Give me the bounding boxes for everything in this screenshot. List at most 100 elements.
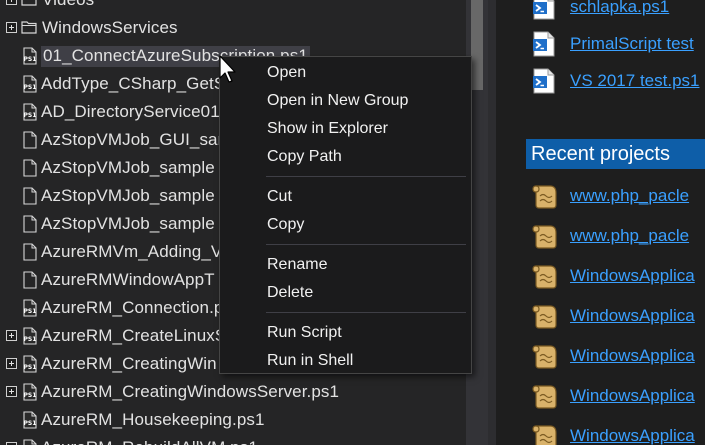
recent-file-link[interactable]: VS 2017 test.ps1 — [570, 71, 699, 91]
file-icon — [22, 243, 38, 261]
tree-item-label: AzureRM_Housekeeping.ps1 — [41, 410, 265, 429]
ps1-file-icon: PS1 — [22, 103, 38, 121]
menu-item-label: Cut — [267, 187, 292, 205]
menu-item-delete[interactable]: Delete — [221, 279, 471, 306]
project-scroll-icon — [530, 222, 558, 250]
tree-item-label: AzureRM_CreatingWindowsServer.ps1 — [41, 382, 340, 401]
tree-item[interactable]: PS1 AzureRM_Housekeeping.ps1 — [0, 406, 466, 434]
ps1-file-icon: PS1 — [22, 327, 38, 345]
menu-item-rename[interactable]: Rename — [221, 251, 471, 278]
recent-file-link[interactable]: schlapka.ps1 — [570, 0, 669, 17]
panel-splitter[interactable] — [488, 0, 496, 445]
menu-item-open[interactable]: Open — [221, 59, 471, 86]
mouse-cursor-icon — [219, 55, 236, 83]
menu-separator — [266, 244, 466, 245]
menu-item-label: Open — [267, 63, 307, 81]
tree-item[interactable]: WindowsServices — [0, 14, 466, 42]
expand-icon[interactable] — [6, 0, 17, 5]
svg-text:PS1: PS1 — [24, 336, 37, 343]
tree-item-label: AzureRMWindowAppT — [41, 270, 215, 289]
recent-file-link[interactable]: PrimalScript test — [570, 34, 694, 54]
ps1-file-icon: PS1 — [22, 439, 38, 445]
tree-item-label: AzStopVMJob_sample — [41, 186, 215, 205]
recent-project-link[interactable]: WindowsApplica — [570, 306, 695, 326]
ps1-file-icon: PS1 — [22, 411, 38, 429]
recent-project-item[interactable]: WindowsApplica — [496, 419, 705, 445]
ps1-file-icon: PS1 — [22, 299, 38, 317]
file-icon — [22, 187, 38, 205]
menu-item-label: Open in New Group — [267, 91, 409, 109]
powershell-file-icon — [530, 67, 558, 95]
tree-item-label: AzureRMVm_Adding_V — [41, 242, 223, 261]
recent-project-link[interactable]: www.php_pacle — [570, 226, 689, 246]
project-scroll-icon — [530, 382, 558, 410]
tree-item-label: AD_DirectoryService01 — [41, 102, 220, 121]
context-menu: Open Open in New Group Show in Explorer Cop… — [219, 56, 472, 374]
folder-icon — [21, 19, 37, 37]
menu-item-run-script[interactable]: Run Script — [221, 319, 471, 346]
recent-project-link[interactable]: WindowsApplica — [570, 386, 695, 406]
powershell-file-icon — [530, 30, 558, 58]
menu-separator — [266, 312, 466, 313]
recent-project-item[interactable]: WindowsApplica — [496, 259, 705, 293]
file-icon — [22, 131, 38, 149]
tree-item[interactable]: Videos — [0, 0, 466, 14]
menu-item-label: Show in Explorer — [267, 119, 388, 137]
project-scroll-icon — [530, 342, 558, 370]
tree-item[interactable]: PS1 AzureRM_CreatingWindowsServer.ps1 — [0, 378, 466, 406]
tree-item-label: AzureRM_CreatingWin — [41, 354, 217, 373]
menu-item-label: Copy Path — [267, 147, 342, 165]
folder-icon — [21, 0, 37, 9]
menu-item-show-in-explorer[interactable]: Show in Explorer — [221, 115, 471, 142]
expand-icon[interactable] — [6, 358, 17, 369]
recent-project-item[interactable]: www.php_pacle — [496, 179, 705, 213]
menu-item-copy-path[interactable]: Copy Path — [221, 143, 471, 170]
menu-item-cut[interactable]: Cut — [221, 183, 471, 210]
tree-item-label: AzStopVMJob_GUI_sar — [41, 130, 224, 149]
menu-item-label: Run Script — [267, 323, 342, 341]
menu-item-open-in-new-group[interactable]: Open in New Group — [221, 87, 471, 114]
recent-project-link[interactable]: WindowsApplica — [570, 426, 695, 445]
recent-file-item[interactable]: schlapka.ps1 — [496, 0, 705, 24]
recent-file-item[interactable]: VS 2017 test.ps1 — [496, 64, 705, 98]
tree-item[interactable]: PS1AzureRM_RebuildAllVM.ps1 — [0, 434, 466, 445]
tree-item-label: WindowsServices — [42, 18, 178, 37]
tree-scrollbar-thumb[interactable] — [471, 0, 483, 90]
project-scroll-icon — [530, 302, 558, 330]
tree-item-label: AzStopVMJob_sample — [41, 214, 215, 233]
recent-project-item[interactable]: www.php_pacle — [496, 219, 705, 253]
file-icon — [22, 215, 38, 233]
expand-icon[interactable] — [6, 330, 17, 341]
recent-project-item[interactable]: WindowsApplica — [496, 339, 705, 373]
expand-icon[interactable] — [6, 386, 17, 397]
svg-text:PS1: PS1 — [24, 420, 37, 427]
tree-item-label: AzureRM_CreateLinuxS — [41, 326, 227, 345]
recent-project-link[interactable]: www.php_pacle — [570, 186, 689, 206]
expand-icon[interactable] — [6, 22, 17, 33]
recent-project-item[interactable]: WindowsApplica — [496, 299, 705, 333]
svg-text:PS1: PS1 — [24, 364, 37, 371]
svg-text:PS1: PS1 — [24, 112, 37, 119]
tree-item-label: AzureRM_RebuildAllVM.ps1 — [41, 438, 258, 445]
recent-file-item[interactable]: PrimalScript test — [496, 27, 705, 61]
menu-separator — [266, 176, 466, 177]
tree-item-label: AddType_CSharp_GetS — [41, 74, 226, 93]
svg-text:PS1: PS1 — [24, 392, 37, 399]
file-icon — [22, 159, 38, 177]
svg-text:PS1: PS1 — [24, 56, 37, 63]
svg-text:PS1: PS1 — [24, 308, 37, 315]
ps1-file-icon: PS1 — [22, 75, 38, 93]
menu-item-copy[interactable]: Copy — [221, 211, 471, 238]
menu-item-run-in-shell[interactable]: Run in Shell — [221, 347, 471, 374]
tree-item-label: AzStopVMJob_sample — [41, 158, 215, 177]
recent-project-link[interactable]: WindowsApplica — [570, 346, 695, 366]
start-page-panel: schlapka.ps1 PrimalScript test VS 2017 tes… — [496, 0, 705, 445]
menu-item-label: Rename — [267, 255, 328, 273]
menu-item-label: Run in Shell — [267, 351, 354, 369]
ps1-file-icon: PS1 — [22, 47, 38, 65]
tree-item-label: AzureRM_Connection.ps — [41, 298, 233, 317]
menu-item-label: Copy — [267, 215, 305, 233]
recent-project-item[interactable]: WindowsApplica — [496, 379, 705, 413]
powershell-file-icon — [530, 0, 558, 21]
recent-project-link[interactable]: WindowsApplica — [570, 266, 695, 286]
